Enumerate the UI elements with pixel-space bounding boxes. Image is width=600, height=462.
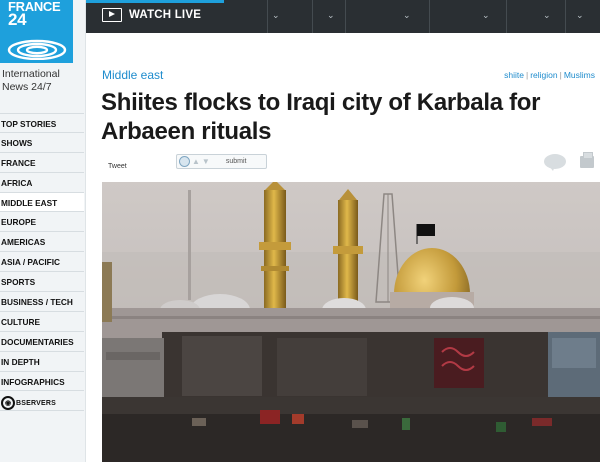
page: FRANCE 24 International News 24/7 TOP ST… [0,0,600,462]
nav-item-sports[interactable]: SPORTS [0,272,84,293]
chevron-down-icon[interactable]: ⌄ [543,10,551,21]
comment-icon[interactable] [544,154,566,171]
tag-link[interactable]: Muslims [564,70,595,80]
top-bar-accent [86,0,224,3]
article-title: Shiites flocks to Iraqi city of Karbala … [101,89,541,145]
observers-eye-icon: ◉ [1,396,15,411]
reddit-share-widget[interactable]: ▲ ▼ submit [176,154,267,169]
reddit-icon [179,156,190,167]
top-bar-divider [429,0,430,33]
submit-button[interactable]: submit [226,158,247,165]
tag-link[interactable]: shiite [504,70,524,80]
france24-logo[interactable]: FRANCE 24 [0,0,73,63]
article-category-link[interactable]: Middle east [102,68,163,82]
tag-link[interactable]: religion [530,70,557,80]
chevron-down-icon[interactable]: ⌄ [482,10,490,21]
sidebar: FRANCE 24 International News 24/7 TOP ST… [0,0,86,462]
watch-live-button[interactable]: WATCH LIVE [102,8,201,22]
print-icon[interactable] [580,152,594,168]
article-tags: shiite | religion | Muslims [504,70,595,80]
observers-label: BSERVERS [16,399,56,407]
chevron-down-icon[interactable]: ⌄ [403,10,411,21]
chevron-down-icon[interactable]: ⌄ [272,10,280,21]
nav-item-europe[interactable]: EUROPE [0,212,84,233]
logo-wordmark: FRANCE 24 [8,0,61,29]
watch-live-label: WATCH LIVE [129,9,202,21]
nav-item-americas[interactable]: AMERICAS [0,232,84,253]
nav-item-middle-east[interactable]: MIDDLE EAST [0,192,84,213]
tagline-line2: News 24/7 [2,81,52,93]
nav-item-top-stories[interactable]: TOP STORIES [0,113,84,133]
nav-item-africa[interactable]: AFRICA [0,173,84,193]
tagline: International News 24/7 [2,68,60,94]
nav-item-infographics[interactable]: INFOGRAPHICS [0,372,84,392]
article-photo [102,182,600,462]
nav-item-shows[interactable]: SHOWS [0,133,84,153]
article-content: Middle east shiite | religion | Muslims Shii… [86,33,600,462]
logo-line2: 24 [8,10,27,29]
nav-item-culture[interactable]: CULTURE [0,312,84,332]
logo-waves-icon [7,39,67,60]
karbala-shrine-image [102,182,600,462]
tagline-line1: International [2,68,60,80]
chevron-down-icon[interactable]: ⌄ [327,10,335,21]
chevron-down-icon[interactable]: ⌄ [576,10,584,21]
nav-item-business-tech[interactable]: BUSINESS / TECH [0,292,84,312]
top-bar: WATCH LIVE ⌄ ⌄ ⌄ ⌄ ⌄ ⌄ [86,0,600,33]
nav-item-observers[interactable]: ◉ BSERVERS [0,391,84,412]
tv-play-icon [102,8,122,22]
sidebar-nav: TOP STORIES SHOWS FRANCE AFRICA MIDDLE E… [0,113,84,412]
nav-item-asia-pacific[interactable]: ASIA / PACIFIC [0,252,84,273]
nav-item-documentaries[interactable]: DOCUMENTARIES [0,332,84,352]
top-bar-divider [345,0,346,33]
downvote-icon[interactable]: ▼ [202,157,210,166]
upvote-icon[interactable]: ▲ [192,157,200,166]
top-bar-divider [267,0,268,33]
nav-item-in-depth[interactable]: IN DEPTH [0,352,84,372]
nav-item-france[interactable]: FRANCE [0,153,84,173]
top-bar-divider [312,0,313,33]
top-bar-divider [565,0,566,33]
tweet-button[interactable]: Tweet [108,163,127,170]
top-bar-divider [506,0,507,33]
